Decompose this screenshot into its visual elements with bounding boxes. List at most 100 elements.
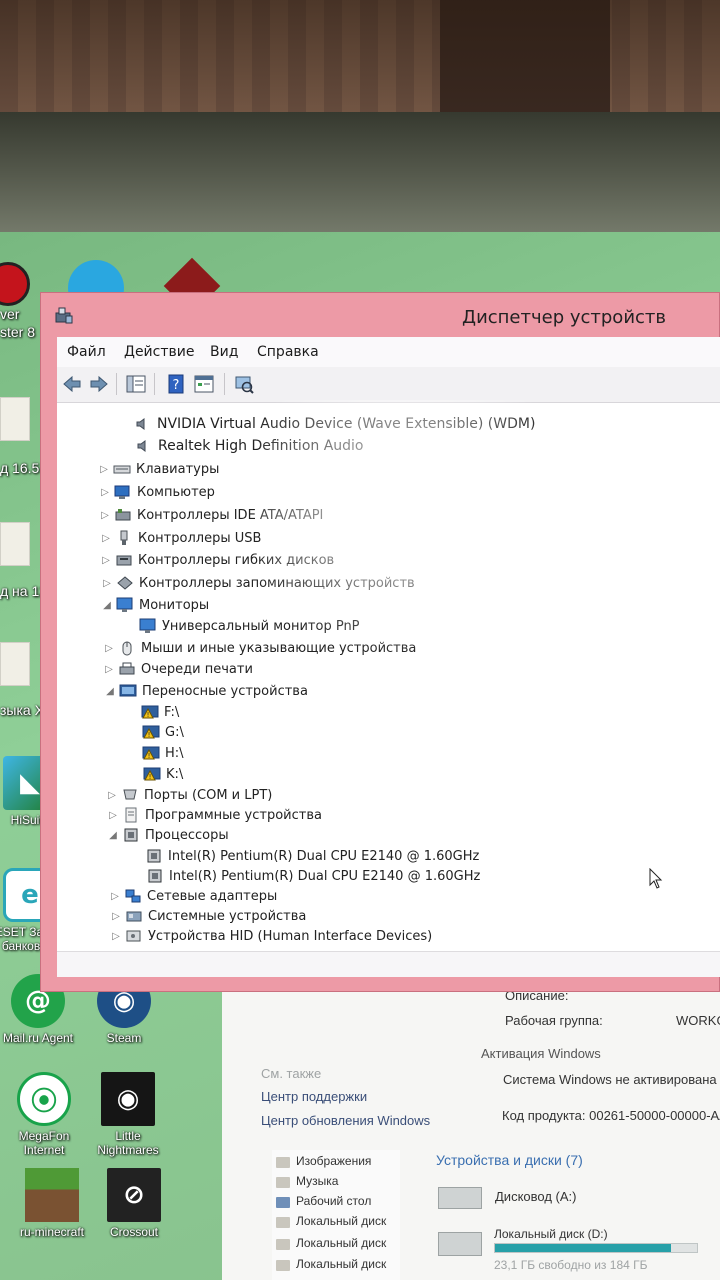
- device-item[interactable]: ! G:\: [139, 721, 184, 743]
- device-item[interactable]: Intel(R) Pentium(R) Dual CPU E2140 @ 1.6…: [143, 865, 480, 887]
- minecraft-shortcut[interactable]: ru-minecraft: [10, 1168, 94, 1239]
- device-item[interactable]: Универсальный монитор PnP: [136, 615, 360, 637]
- device-label: Intel(R) Pentium(R) Dual CPU E2140 @ 1.6…: [169, 868, 481, 884]
- device-category[interactable]: ▷ Программные устройства: [107, 804, 322, 826]
- see-also-heading: См. также: [261, 1066, 322, 1081]
- nav-item-local-disk-3[interactable]: Локальный диск: [296, 1257, 386, 1271]
- device-category[interactable]: ▷ Порты (COM и LPT): [106, 784, 272, 806]
- device-category[interactable]: ▷ Системные устройства: [110, 905, 306, 927]
- floppy-drive-icon[interactable]: [438, 1187, 482, 1209]
- svg-text:!: !: [149, 773, 152, 781]
- minecraft-label: ru-minecraft: [19, 1225, 84, 1239]
- crossout-label: Crossout: [109, 1225, 159, 1239]
- expand-arrow-icon[interactable]: ▷: [109, 891, 121, 902]
- svg-text:?: ?: [173, 378, 180, 393]
- scan-hardware-changes-icon[interactable]: [233, 373, 255, 395]
- support-center-link[interactable]: Центр поддержки: [261, 1089, 367, 1104]
- device-category[interactable]: ◢ Мониторы: [101, 594, 209, 616]
- desktop-label-driver[interactable]: ver: [0, 306, 19, 322]
- nav-item-desktop[interactable]: Рабочий стол: [296, 1194, 371, 1208]
- expand-arrow-icon[interactable]: ▷: [107, 810, 119, 821]
- device-category[interactable]: ▷ Контроллеры гибких дисков: [100, 549, 334, 571]
- menu-bar: Файл Действие Вид Справка: [57, 337, 720, 367]
- nav-item-pictures[interactable]: Изображения: [296, 1154, 371, 1168]
- device-category[interactable]: ▷ Компьютер: [99, 481, 215, 503]
- expand-arrow-icon[interactable]: ▷: [110, 931, 122, 942]
- device-item[interactable]: ! K:\: [140, 763, 183, 785]
- nav-item-music[interactable]: Музыка: [296, 1174, 338, 1188]
- device-category[interactable]: ▷ Контроллеры запоминающих устройств: [101, 572, 415, 594]
- title-bar[interactable]: Диспетчер устройств: [41, 293, 720, 337]
- device-label: Системные устройства: [148, 908, 307, 924]
- menu-file[interactable]: Файл: [67, 344, 106, 360]
- expand-arrow-icon[interactable]: ▷: [98, 464, 110, 475]
- hard-drive-icon[interactable]: [438, 1232, 482, 1256]
- device-tree[interactable]: NVIDIA Virtual Audio Device (Wave Extens…: [57, 403, 720, 951]
- software-device-icon: [122, 807, 140, 823]
- expand-arrow-icon[interactable]: ▷: [101, 578, 113, 589]
- menu-action[interactable]: Действие: [124, 344, 194, 360]
- menu-view[interactable]: Вид: [210, 344, 238, 360]
- steam-label: Steam: [106, 1031, 142, 1045]
- forward-arrow-icon[interactable]: [88, 373, 110, 395]
- back-arrow-icon[interactable]: [61, 373, 83, 395]
- menu-help[interactable]: Справка: [257, 344, 319, 360]
- crossout-icon: ⊘: [107, 1168, 161, 1222]
- keyboard-icon: [113, 461, 131, 477]
- device-category[interactable]: ◢ Процессоры: [107, 824, 228, 846]
- nav-item-local-disk-2[interactable]: Локальный диск: [296, 1236, 386, 1250]
- device-category[interactable]: ▷ Устройства HID (Human Interface Devices…: [110, 925, 432, 947]
- nav-item-local-disk-1[interactable]: Локальный диск: [296, 1214, 386, 1228]
- device-category[interactable]: ▷ Очереди печати: [103, 658, 253, 680]
- workgroup-value: WORKG: [676, 1013, 720, 1028]
- device-manager-app-icon: [55, 307, 73, 324]
- expand-arrow-icon[interactable]: ▷: [99, 487, 111, 498]
- expand-arrow-icon[interactable]: ▷: [100, 533, 112, 544]
- ide-controller-icon: [114, 507, 132, 523]
- driver-booster-icon[interactable]: [0, 262, 30, 306]
- svg-text:!: !: [148, 731, 151, 739]
- device-category[interactable]: ▷ Клавиатуры: [98, 458, 219, 480]
- expand-arrow-icon[interactable]: ▷: [103, 643, 115, 654]
- archive-icon-2[interactable]: [0, 522, 30, 566]
- device-item[interactable]: Intel(R) Pentium(R) Dual CPU E2140 @ 1.6…: [142, 845, 479, 867]
- expand-arrow-icon[interactable]: ▷: [99, 510, 111, 521]
- megafon-shortcut[interactable]: ⦿ MegaFon Internet: [2, 1072, 86, 1157]
- crossout-shortcut[interactable]: ⊘ Crossout: [92, 1168, 176, 1239]
- device-label: Мыши и иные указывающие устройства: [141, 640, 417, 656]
- archive-icon-3[interactable]: [0, 642, 30, 686]
- svg-text:!: !: [147, 711, 150, 719]
- device-item[interactable]: ! H:\: [139, 742, 184, 764]
- archive-icon[interactable]: [0, 397, 30, 441]
- device-category[interactable]: ▷ Контроллеры IDE ATA/ATAPI: [99, 504, 323, 526]
- floppy-drive-label[interactable]: Дисковод (A:): [495, 1189, 576, 1204]
- desktop-label-driver-2[interactable]: ster 8: [0, 324, 35, 340]
- local-disk-icon-2: [276, 1239, 290, 1250]
- expand-arrow-icon[interactable]: ▷: [110, 911, 122, 922]
- printer-icon: [118, 661, 136, 677]
- drive-warning-icon: !: [142, 745, 160, 761]
- help-icon[interactable]: ?: [165, 373, 187, 395]
- device-item[interactable]: Realtek High Definition Audio: [132, 435, 364, 457]
- expand-arrow-icon[interactable]: ▷: [106, 790, 118, 801]
- device-category[interactable]: ◢ Переносные устройства: [104, 680, 308, 702]
- collapse-arrow-icon[interactable]: ◢: [101, 600, 113, 611]
- show-hide-console-tree-icon[interactable]: [125, 373, 147, 395]
- local-disk-d-label[interactable]: Локальный диск (D:): [494, 1227, 608, 1241]
- collapse-arrow-icon[interactable]: ◢: [104, 686, 116, 697]
- device-item[interactable]: ! F:\: [138, 701, 179, 723]
- collapse-arrow-icon[interactable]: ◢: [107, 830, 119, 841]
- expand-arrow-icon[interactable]: ▷: [100, 555, 112, 566]
- device-category[interactable]: ▷ Мыши и иные указывающие устройства: [103, 637, 416, 659]
- properties-icon[interactable]: [193, 373, 215, 395]
- expand-arrow-icon[interactable]: ▷: [103, 664, 115, 675]
- devices-and-drives-heading[interactable]: Устройства и диски (7): [436, 1152, 583, 1168]
- device-category[interactable]: ▷ Сетевые адаптеры: [109, 885, 277, 907]
- device-label: Программные устройства: [145, 807, 322, 823]
- device-item[interactable]: NVIDIA Virtual Audio Device (Wave Extens…: [131, 413, 535, 435]
- device-label: Сетевые адаптеры: [147, 888, 278, 904]
- desktop-label-archive-1[interactable]: д 16.5: [0, 460, 39, 476]
- device-category[interactable]: ▷ Контроллеры USB: [100, 527, 261, 549]
- update-center-link[interactable]: Центр обновления Windows: [261, 1113, 430, 1128]
- little-nightmares-shortcut[interactable]: ◉ Little Nightmares: [86, 1072, 170, 1157]
